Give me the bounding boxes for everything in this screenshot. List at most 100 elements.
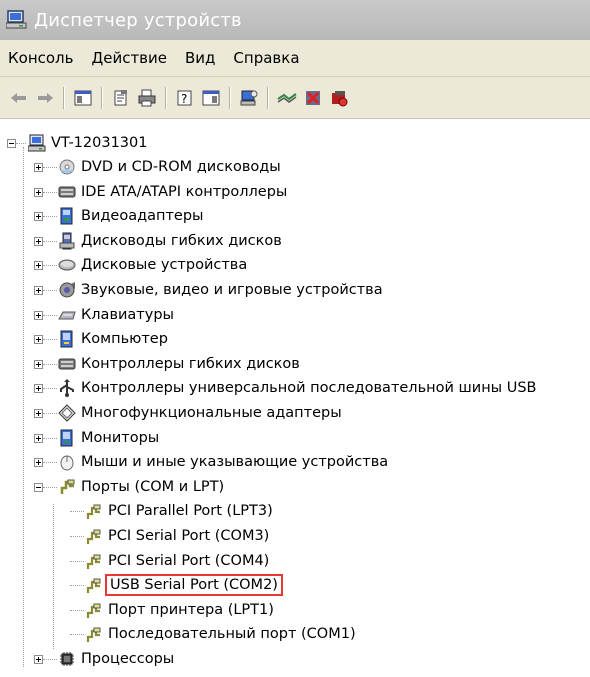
properties-icon bbox=[114, 89, 127, 105]
tree-item-category[interactable]: Видеоадаптеры bbox=[58, 204, 204, 228]
expand-toggle[interactable] bbox=[34, 655, 43, 664]
monitor-icon bbox=[58, 429, 76, 447]
port-icon bbox=[85, 576, 103, 594]
device-manager-icon bbox=[5, 10, 28, 30]
expand-toggle[interactable] bbox=[34, 236, 43, 246]
tree-line bbox=[43, 659, 57, 660]
port-icon bbox=[85, 502, 103, 520]
help-icon: ? bbox=[177, 90, 192, 106]
tree-item-category[interactable]: Контроллеры гибких дисков bbox=[58, 352, 300, 376]
tree-item-label: Мониторы bbox=[81, 429, 160, 446]
tree-item-label: Контроллеры универсальной последовательн… bbox=[81, 380, 537, 397]
properties-button[interactable] bbox=[110, 87, 132, 109]
expand-toggle[interactable] bbox=[34, 458, 43, 468]
toolbar-separator bbox=[101, 86, 103, 109]
expand-toggle[interactable] bbox=[34, 163, 43, 172]
expand-toggle[interactable] bbox=[34, 187, 43, 197]
tree-item-port[interactable]: PCI Serial Port (COM4) bbox=[85, 549, 269, 573]
tree-item-port[interactable]: PCI Serial Port (COM3) bbox=[85, 524, 269, 548]
device-tree: VT-12031301 DVD и CD-ROM дисководы IDE AT… bbox=[0, 119, 590, 677]
tree-line bbox=[70, 634, 84, 636]
tree-item-category[interactable]: Контроллеры универсальной последовательн… bbox=[58, 376, 537, 400]
print-button[interactable] bbox=[136, 87, 158, 109]
sound-icon bbox=[58, 281, 76, 299]
collapse-toggle[interactable] bbox=[7, 139, 16, 148]
tree-item-label: Многофункциональные адаптеры bbox=[81, 405, 342, 421]
tree-line bbox=[43, 462, 57, 464]
tree-item-label: Компьютер bbox=[81, 331, 168, 348]
tree-item-label: Процессоры bbox=[81, 651, 175, 667]
multifunction-icon bbox=[58, 404, 76, 422]
tree-item-category[interactable]: Процессоры bbox=[58, 647, 174, 671]
tree-line bbox=[70, 536, 84, 537]
tree-line bbox=[43, 388, 57, 390]
tree-item-category[interactable]: Клавиатуры bbox=[58, 303, 174, 327]
tree-item-label: Последовательный порт (COM1) bbox=[108, 626, 356, 643]
tree-item-category[interactable]: IDE ATA/ATAPI контроллеры bbox=[58, 180, 287, 204]
tree-item-label: PCI Serial Port (COM4) bbox=[108, 552, 270, 569]
back-arrow-icon bbox=[11, 92, 26, 103]
expand-toggle[interactable] bbox=[34, 261, 43, 271]
floppy-drive-icon bbox=[58, 232, 76, 250]
tree-line bbox=[16, 143, 26, 144]
mouse-icon bbox=[58, 453, 76, 471]
tree-item-category[interactable]: Звуковые, видео и игровые устройства bbox=[58, 278, 383, 302]
disable-icon bbox=[332, 90, 348, 106]
title-bar: Диспетчер устройств bbox=[0, 0, 590, 40]
tree-item-category[interactable]: Многофункциональные адаптеры bbox=[58, 401, 342, 425]
tree-item-category[interactable]: Дисководы гибких дисков bbox=[58, 229, 282, 253]
help-button[interactable]: ? bbox=[174, 87, 196, 109]
tree-item-label: Звуковые, видео и игровые устройства bbox=[81, 282, 383, 298]
tree-item-label: IDE ATA/ATAPI контроллеры bbox=[81, 183, 288, 200]
collapse-toggle[interactable] bbox=[34, 482, 43, 492]
update-driver-icon bbox=[277, 92, 297, 103]
expand-toggle[interactable] bbox=[34, 310, 43, 320]
back-button[interactable] bbox=[8, 87, 30, 109]
update-driver-button[interactable] bbox=[276, 87, 298, 109]
tree-item-label: Порты (COM и LPT) bbox=[81, 478, 225, 495]
expand-toggle[interactable] bbox=[34, 335, 43, 345]
tree-line bbox=[43, 437, 57, 439]
expand-toggle[interactable] bbox=[34, 433, 43, 443]
display-adapter-icon bbox=[58, 207, 76, 225]
tree-item-category[interactable]: Дисковые устройства bbox=[58, 253, 247, 277]
expand-toggle[interactable] bbox=[34, 409, 43, 418]
tree-item-root[interactable]: VT-12031301 bbox=[27, 131, 148, 155]
disable-button[interactable] bbox=[328, 87, 350, 109]
tree-item-label: Дисководы гибких дисков bbox=[81, 232, 282, 249]
expand-toggle[interactable] bbox=[34, 286, 43, 295]
tree-item-ports[interactable]: Порты (COM и LPT) bbox=[58, 475, 224, 499]
view-button[interactable] bbox=[200, 87, 222, 109]
forward-button[interactable] bbox=[34, 87, 56, 109]
expand-toggle[interactable] bbox=[34, 384, 43, 394]
tree-item-port[interactable]: Последовательный порт (COM1) bbox=[85, 622, 356, 646]
tree-item-category[interactable]: DVD и CD-ROM дисководы bbox=[58, 155, 281, 179]
toolbar-separator bbox=[63, 86, 65, 109]
scan-hardware-button[interactable] bbox=[238, 87, 260, 109]
tree-line bbox=[43, 339, 57, 341]
menu-help[interactable]: Справка bbox=[225, 40, 307, 76]
tree-line bbox=[43, 314, 57, 316]
toolbar-separator bbox=[267, 86, 269, 109]
menu-view[interactable]: Вид bbox=[177, 40, 223, 76]
tree-item-category[interactable]: Компьютер bbox=[58, 327, 168, 351]
menu-action[interactable]: Действие bbox=[84, 40, 176, 76]
toolbar-separator bbox=[165, 86, 167, 109]
tree-item-category[interactable]: Мыши и иные указывающие устройства bbox=[58, 450, 388, 474]
show-hide-tree-button[interactable] bbox=[72, 87, 94, 109]
tree-item-port[interactable]: USB Serial Port (COM2) bbox=[85, 573, 283, 597]
tree-item-category[interactable]: Мониторы bbox=[58, 426, 159, 450]
uninstall-icon bbox=[306, 90, 320, 105]
tree-item-label: VT-12031301 bbox=[51, 135, 148, 151]
tree-line bbox=[43, 240, 57, 242]
scan-hardware-icon bbox=[240, 90, 258, 105]
tree-item-port[interactable]: Порт принтера (LPT1) bbox=[85, 598, 274, 622]
expand-toggle[interactable] bbox=[34, 359, 43, 369]
tree-item-port[interactable]: PCI Parallel Port (LPT3) bbox=[85, 499, 273, 523]
expand-toggle[interactable] bbox=[34, 212, 43, 222]
port-icon bbox=[58, 478, 76, 496]
processor-icon bbox=[58, 650, 76, 668]
menu-console[interactable]: Консоль bbox=[0, 40, 82, 76]
window-title: Диспетчер устройств bbox=[34, 9, 242, 31]
uninstall-button[interactable] bbox=[302, 87, 324, 109]
